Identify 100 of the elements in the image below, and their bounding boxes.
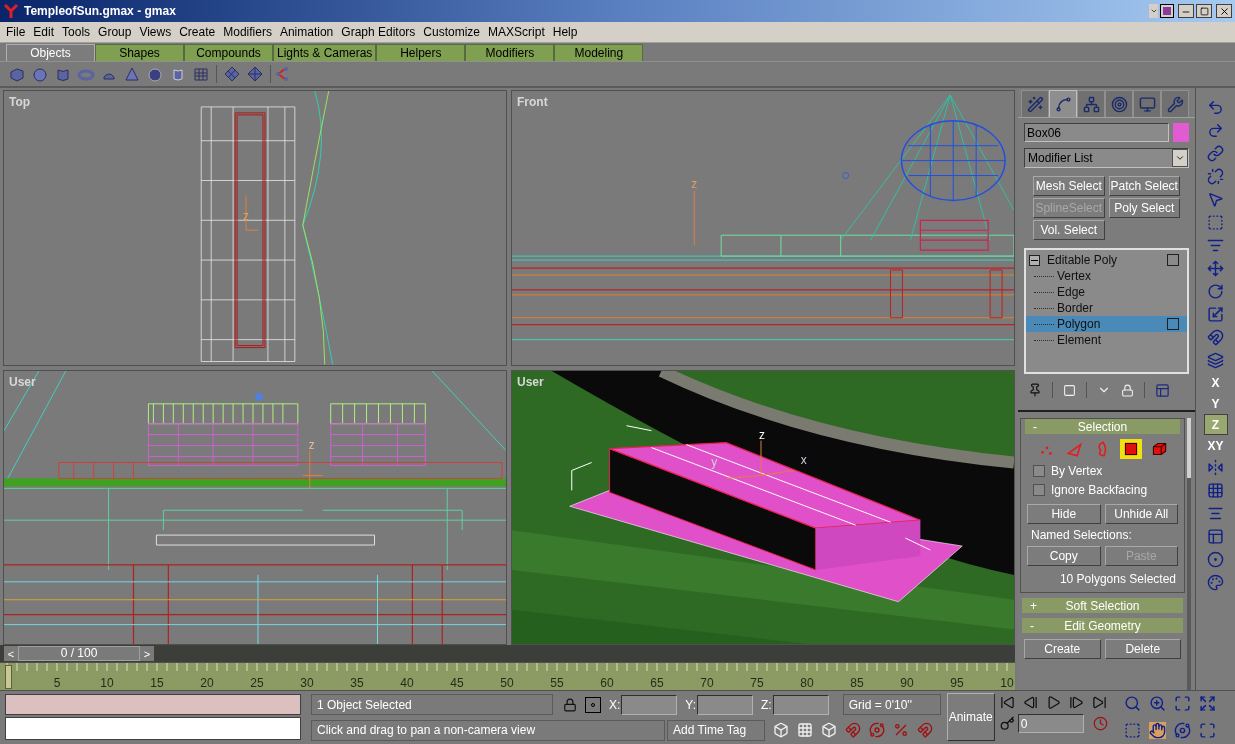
rollout-header[interactable]: + Soft Selection <box>1022 598 1183 613</box>
panel-tab[interactable] <box>1105 90 1133 117</box>
button[interactable]: Delete <box>1104 639 1181 659</box>
mirror-icon[interactable] <box>1207 459 1224 476</box>
cube-outline-icon[interactable] <box>821 722 837 738</box>
coordinate-field[interactable] <box>697 694 754 715</box>
animate-button[interactable]: Animate <box>946 693 995 741</box>
checkbox[interactable] <box>1033 465 1045 477</box>
button[interactable]: Create <box>1024 639 1101 659</box>
tab[interactable]: Modeling <box>554 44 644 61</box>
select-icon[interactable] <box>1207 191 1224 208</box>
minimize-button[interactable] <box>1178 4 1194 18</box>
viewport-label[interactable]: Front <box>517 93 548 111</box>
next-frame-button[interactable]: > <box>140 646 154 661</box>
tab[interactable]: Shapes <box>95 44 184 61</box>
stack-sub-item[interactable]: Polygon <box>1026 316 1187 332</box>
object-name-field[interactable]: Box06 <box>1024 123 1169 142</box>
coordinate-field[interactable] <box>621 694 678 715</box>
zoom-extents-all-icon[interactable] <box>1198 695 1216 712</box>
menu-item[interactable]: Customize <box>419 24 485 40</box>
percent-snap-icon[interactable] <box>893 722 909 738</box>
region-select-icon[interactable] <box>1207 214 1224 231</box>
cube-icon[interactable] <box>8 65 26 83</box>
panel-tab[interactable] <box>1077 90 1105 117</box>
stack-sub-item[interactable]: Border <box>1026 300 1187 316</box>
pan-icon[interactable] <box>1148 722 1166 739</box>
tab[interactable]: Objects <box>6 44 95 61</box>
link-icon[interactable] <box>1207 145 1224 162</box>
stack-sub-item[interactable]: Vertex <box>1026 268 1187 284</box>
tab[interactable]: Modifiers <box>465 44 555 61</box>
zoom-all-icon[interactable] <box>1148 695 1166 712</box>
script-output-field[interactable] <box>5 694 301 715</box>
axis-constraint-button[interactable]: Z <box>1203 414 1228 435</box>
panel-tab[interactable] <box>1049 90 1077 117</box>
viewport-label[interactable]: User <box>517 372 544 391</box>
button[interactable]: Mesh Select <box>1033 176 1105 196</box>
zoom-icon[interactable] <box>1123 695 1141 712</box>
layers-icon[interactable] <box>1207 352 1224 369</box>
axis-constraint-button[interactable]: Y <box>1203 393 1228 414</box>
magnet-icon[interactable] <box>1207 329 1224 346</box>
play-icon[interactable] <box>1045 695 1061 710</box>
tab[interactable]: Lights & Cameras <box>273 44 377 61</box>
panel-tab[interactable] <box>1133 90 1161 117</box>
axis-constraint-button[interactable]: XY <box>1203 435 1228 456</box>
menu-item[interactable]: Edit <box>29 24 59 40</box>
stack-sub-item[interactable]: Element <box>1026 332 1187 348</box>
pin-icon[interactable] <box>1028 383 1042 397</box>
arc-rotate-icon[interactable] <box>1173 722 1191 739</box>
checkbox[interactable] <box>1033 484 1045 496</box>
undo-icon[interactable] <box>1207 99 1224 116</box>
scale-icon[interactable] <box>1207 306 1224 323</box>
go-to-start-icon[interactable] <box>999 695 1015 710</box>
rotate-icon[interactable] <box>1207 283 1224 300</box>
menu-item[interactable]: Create <box>175 24 220 40</box>
move-icon[interactable] <box>1207 260 1224 277</box>
geosphere-icon[interactable] <box>146 65 164 83</box>
maximize-button[interactable] <box>1196 4 1212 18</box>
key-icon[interactable] <box>999 716 1015 731</box>
time-slider-thumb[interactable]: 0 / 100 <box>18 646 140 661</box>
collapse-icon[interactable] <box>1029 254 1040 266</box>
menu-item[interactable]: Help <box>548 24 582 40</box>
button[interactable]: Poly Select <box>1108 198 1180 218</box>
palette-icon[interactable] <box>1207 574 1224 591</box>
lock-icon[interactable] <box>563 697 577 712</box>
button[interactable]: Hide <box>1027 504 1101 524</box>
button[interactable]: Vol. Select <box>1033 220 1105 240</box>
sphere-icon[interactable] <box>31 65 49 83</box>
maximize-viewport-icon[interactable] <box>1198 722 1216 739</box>
array-icon[interactable] <box>1207 482 1224 499</box>
zoom-region-icon[interactable] <box>1123 722 1141 739</box>
snap-icon[interactable] <box>845 722 861 738</box>
unlink-icon[interactable] <box>1207 168 1224 185</box>
redo-icon[interactable] <box>1207 122 1224 139</box>
checker-icon[interactable] <box>1160 4 1174 18</box>
menu-item[interactable]: MAXScript <box>484 24 549 40</box>
go-to-end-icon[interactable] <box>1091 695 1107 710</box>
menu-item[interactable]: Views <box>135 24 176 40</box>
zoom-extents-icon[interactable] <box>1173 695 1191 712</box>
button[interactable]: Patch Select <box>1108 176 1180 196</box>
diamond-grid-icon[interactable] <box>223 65 241 83</box>
menu-item[interactable]: Group <box>94 24 136 40</box>
menu-item[interactable]: Animation <box>275 24 338 40</box>
viewport-label[interactable]: User <box>9 372 36 391</box>
tab[interactable]: Compounds <box>184 44 273 61</box>
rollout-header[interactable]: - Edit Geometry <box>1022 618 1183 633</box>
time-marker[interactable] <box>5 665 12 689</box>
time-configuration-icon[interactable] <box>1092 716 1108 731</box>
button[interactable]: Copy <box>1027 546 1101 566</box>
polygon-level-icon[interactable] <box>1119 439 1142 459</box>
align-icon[interactable] <box>1207 505 1224 522</box>
menu-item[interactable]: Graph Editors <box>337 24 420 40</box>
script-input-field[interactable] <box>5 717 301 740</box>
modifier-list-dropdown[interactable]: Modifier List <box>1024 148 1189 168</box>
menu-item[interactable]: File <box>2 24 30 40</box>
close-button[interactable] <box>1216 4 1232 18</box>
grid-icon[interactable] <box>192 65 210 83</box>
stack-item[interactable]: Editable Poly <box>1047 251 1167 269</box>
axis-constraint-button[interactable]: X <box>1203 372 1228 393</box>
color-swatch[interactable] <box>1173 123 1189 142</box>
select-by-name-icon[interactable] <box>1207 237 1224 254</box>
